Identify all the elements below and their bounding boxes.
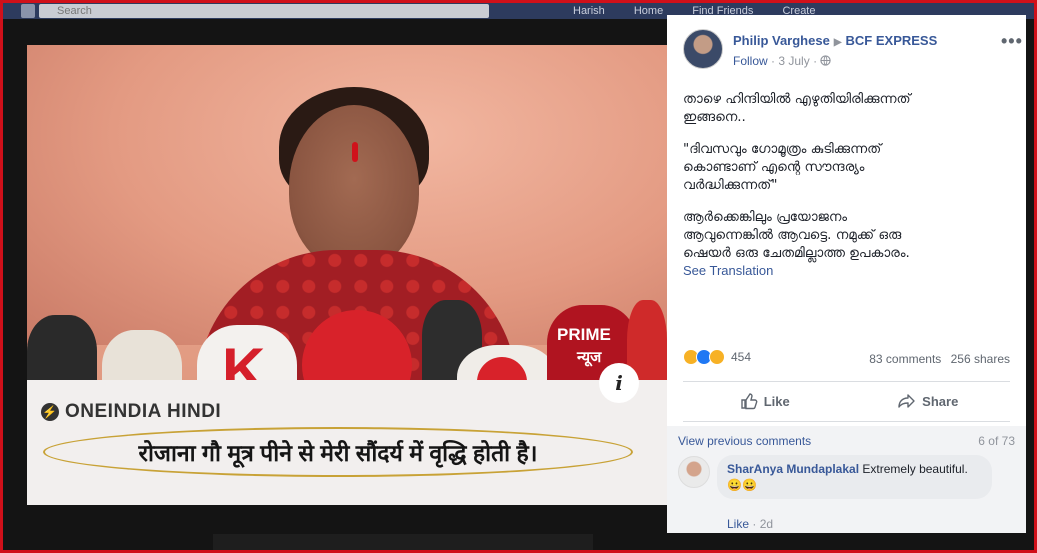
- post-paragraph: "ദിവസവും ഗോമൂത്രം കുടിക്കുന്നത് കൊണ്ടാണ്…: [683, 141, 882, 193]
- triangle-right-icon: ▶: [833, 37, 842, 48]
- person-face: [289, 105, 419, 270]
- comments-position: 6 of 73: [978, 434, 1015, 448]
- hindi-caption: रोजाना गौ मूत्र पीने से मेरी सौंदर्य में…: [43, 427, 633, 477]
- comments-section: View previous comments 6 of 73 SharAnya …: [667, 426, 1026, 533]
- reaction-count: 454: [731, 350, 752, 364]
- author-line: Philip Varghese ▶ BCF EXPRESS: [733, 33, 937, 48]
- divider: [683, 381, 1010, 382]
- view-previous-comments-link[interactable]: View previous comments: [678, 434, 811, 448]
- meta-separator: ·: [813, 54, 821, 68]
- nav-home[interactable]: Home: [634, 5, 663, 17]
- commenter-avatar[interactable]: [678, 456, 710, 488]
- share-button-label: Share: [922, 393, 959, 409]
- like-button[interactable]: Like: [683, 385, 847, 417]
- author-name-link[interactable]: Philip Varghese: [733, 33, 830, 48]
- post-paragraph: ആർക്കെങ്കിലും പ്രയോജനം ആവുന്നെങ്കിൽ ആവട്…: [683, 209, 910, 261]
- sad-reaction-icon: [709, 349, 725, 365]
- backdrop-fragment: [213, 534, 593, 550]
- more-options-icon[interactable]: •••: [1001, 31, 1023, 52]
- comment-bubble: SharAnya Mundaplakal Extremely beautiful…: [717, 455, 992, 499]
- engagement-counts: 83 comments 256 shares: [869, 352, 1010, 366]
- brand-text: ONEINDIA HINDI: [65, 401, 222, 422]
- meta-separator: ·: [752, 517, 760, 531]
- shares-count-link[interactable]: 256 shares: [951, 352, 1010, 366]
- post-text: താഴെ ഹിന്ദിയിൽ എഴുതിയിരിക്കുന്നത് ഇങ്ങനെ…: [683, 90, 1008, 280]
- hindi-caption-text: रोजाना गौ मूत्र पीने से मेरी सौंदर्य में…: [138, 440, 538, 466]
- share-button[interactable]: Share: [847, 385, 1011, 417]
- post-photo[interactable]: K PRIME न्यूज ⚡ ONEINDIA HINDI रोजाना गौ …: [27, 45, 667, 505]
- post-side-panel: Philip Varghese ▶ BCF EXPRESS Follow · 3 J…: [667, 15, 1026, 533]
- tilak-mark: [352, 142, 358, 162]
- author-avatar[interactable]: [683, 29, 723, 69]
- commenter-name-link[interactable]: SharAnya Mundaplakal: [727, 462, 859, 476]
- comment-like-link[interactable]: Like: [727, 517, 749, 531]
- comment-time[interactable]: 2d: [760, 517, 773, 531]
- share-arrow-icon: [898, 394, 915, 408]
- divider: [683, 421, 1010, 422]
- post-date[interactable]: 3 July: [778, 54, 809, 68]
- facebook-logo-icon[interactable]: [21, 4, 35, 18]
- see-translation-link[interactable]: See Translation: [683, 263, 773, 278]
- like-button-label: Like: [763, 393, 790, 409]
- nav-profile[interactable]: Harish: [573, 5, 605, 17]
- post-paragraph: താഴെ ഹിന്ദിയിൽ എഴുതിയിരിക്കുന്നത് ഇങ്ങനെ…: [683, 91, 911, 125]
- comment-meta: Like · 2d: [727, 517, 773, 531]
- mic-logo-news: न्यूज: [577, 349, 602, 366]
- brand-icon: ⚡: [41, 402, 59, 421]
- post-actions: Like Share: [683, 385, 1010, 417]
- follow-button[interactable]: Follow: [733, 54, 768, 68]
- mic-logo-prime: PRIME: [557, 325, 611, 344]
- brand-label: ⚡ ONEINDIA HINDI: [41, 401, 221, 423]
- globe-icon: [820, 55, 832, 66]
- comments-count-link[interactable]: 83 comments: [869, 352, 941, 366]
- reaction-summary[interactable]: 454: [683, 349, 751, 365]
- page-name-link[interactable]: BCF EXPRESS: [846, 33, 938, 48]
- search-input[interactable]: Search: [39, 4, 489, 18]
- post-meta: Follow · 3 July ·: [733, 54, 832, 68]
- thumbs-up-icon: [741, 393, 758, 410]
- info-icon[interactable]: i: [599, 363, 639, 403]
- post-header: Philip Varghese ▶ BCF EXPRESS Follow · 3 J…: [683, 29, 1022, 77]
